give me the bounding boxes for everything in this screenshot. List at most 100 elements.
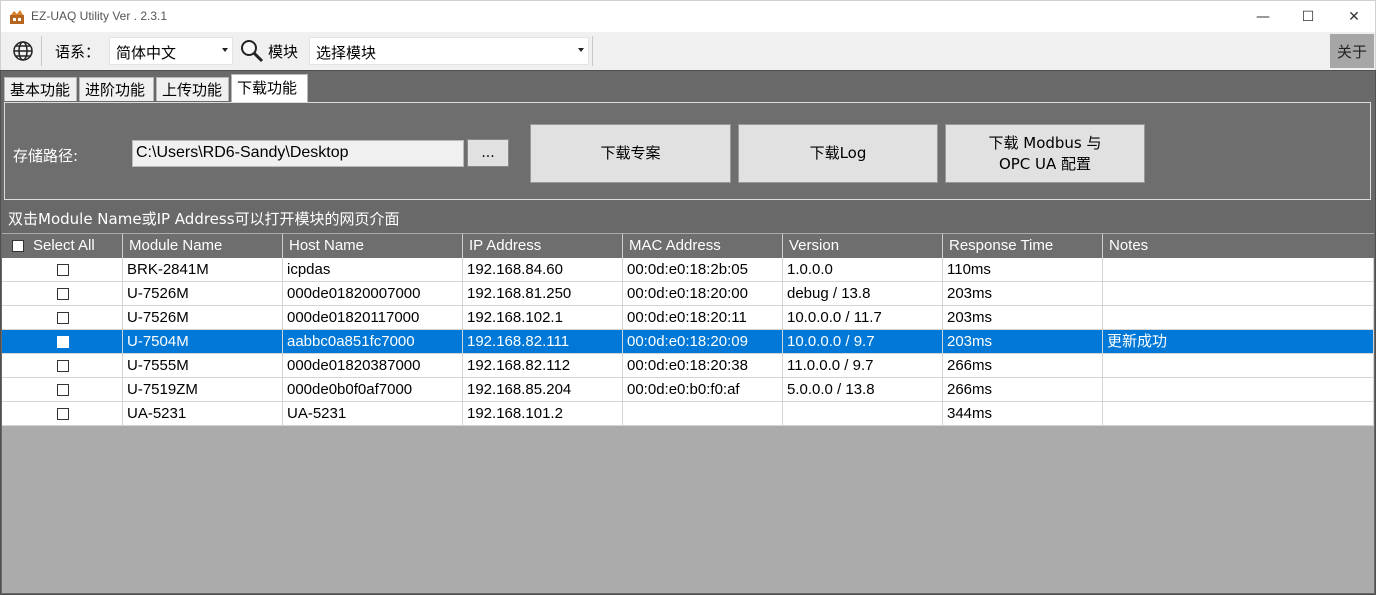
chevron-down-icon bbox=[578, 48, 584, 52]
cell-host-name: 000de01820007000 bbox=[283, 282, 463, 306]
column-version[interactable]: Version bbox=[783, 234, 943, 258]
cell-module-name[interactable]: U-7526M bbox=[123, 282, 283, 306]
download-project-button[interactable]: 下载专案 bbox=[530, 124, 731, 183]
row-checkbox-cell[interactable] bbox=[2, 330, 123, 354]
download-log-button[interactable]: 下载Log bbox=[738, 124, 938, 183]
cell-notes bbox=[1103, 306, 1374, 330]
cell-module-name[interactable]: UA-5231 bbox=[123, 402, 283, 426]
close-button[interactable]: ✕ bbox=[1331, 1, 1376, 33]
about-button[interactable]: 关于 bbox=[1330, 34, 1374, 68]
window-title: EZ-UAQ Utility Ver . 2.3.1 bbox=[31, 9, 168, 23]
column-select-all[interactable]: Select All bbox=[2, 234, 123, 258]
row-checkbox-cell[interactable] bbox=[2, 402, 123, 426]
cell-ip-address[interactable]: 192.168.81.250 bbox=[463, 282, 623, 306]
row-checkbox-cell[interactable] bbox=[2, 378, 123, 402]
row-checkbox-cell[interactable] bbox=[2, 282, 123, 306]
language-select-value: 简体中文 bbox=[116, 44, 177, 62]
column-host-name[interactable]: Host Name bbox=[283, 234, 463, 258]
globe-icon[interactable] bbox=[11, 39, 35, 63]
tab-advanced[interactable]: 进阶功能 bbox=[79, 77, 154, 101]
table-row[interactable]: U-7555M 000de01820387000 192.168.82.112 00:… bbox=[2, 354, 1374, 378]
column-notes[interactable]: Notes bbox=[1103, 234, 1374, 258]
download-modbus-line1: 下载 Modbus 与 bbox=[988, 133, 1102, 152]
cell-version: 1.0.0.0 bbox=[783, 258, 943, 282]
column-ip-address[interactable]: IP Address bbox=[463, 234, 623, 258]
cell-host-name: 000de01820117000 bbox=[283, 306, 463, 330]
row-checkbox[interactable] bbox=[57, 408, 69, 420]
table-row[interactable]: U-7519ZM 000de0b0f0af7000 192.168.85.204 00… bbox=[2, 378, 1374, 402]
cell-mac-address: 00:0d:e0:b0:f0:af bbox=[623, 378, 783, 402]
row-checkbox-cell[interactable] bbox=[2, 306, 123, 330]
cell-response-time: 203ms bbox=[943, 282, 1103, 306]
cell-mac-address bbox=[623, 402, 783, 426]
cell-notes: 更新成功 bbox=[1103, 330, 1374, 354]
cell-response-time: 203ms bbox=[943, 306, 1103, 330]
cell-mac-address: 00:0d:e0:18:20:11 bbox=[623, 306, 783, 330]
cell-notes bbox=[1103, 378, 1374, 402]
cell-module-name[interactable]: U-7519ZM bbox=[123, 378, 283, 402]
column-response-time[interactable]: Response Time bbox=[943, 234, 1103, 258]
cell-version: 10.0.0.0 / 9.7 bbox=[783, 330, 943, 354]
cell-host-name: icpdas bbox=[283, 258, 463, 282]
cell-notes bbox=[1103, 354, 1374, 378]
toolbar-divider bbox=[41, 36, 42, 66]
app-icon bbox=[10, 10, 24, 24]
table-row[interactable]: U-7526M 000de01820007000 192.168.81.250 00:… bbox=[2, 282, 1374, 306]
row-checkbox[interactable] bbox=[57, 264, 69, 276]
cell-host-name: 000de0b0f0af7000 bbox=[283, 378, 463, 402]
select-all-checkbox[interactable] bbox=[12, 240, 24, 252]
hint-text: 双击Module Name或IP Address可以打开模块的网页介面 bbox=[8, 210, 400, 228]
toolbar: 语系： 简体中文 模块 选择模块 关于 bbox=[0, 32, 1376, 70]
table-row[interactable]: U-7526M 000de01820117000 192.168.102.1 00:0… bbox=[2, 306, 1374, 330]
cell-module-name[interactable]: U-7526M bbox=[123, 306, 283, 330]
row-checkbox-cell[interactable] bbox=[2, 354, 123, 378]
title-bar: EZ-UAQ Utility Ver . 2.3.1 — ☐ ✕ bbox=[0, 0, 1376, 32]
table-row[interactable]: U-7504M aabbc0a851fc7000 192.168.82.111 00:… bbox=[2, 330, 1374, 354]
cell-module-name[interactable]: U-7555M bbox=[123, 354, 283, 378]
tab-upload[interactable]: 上传功能 bbox=[156, 77, 229, 101]
cell-notes bbox=[1103, 402, 1374, 426]
cell-host-name: aabbc0a851fc7000 bbox=[283, 330, 463, 354]
cell-ip-address[interactable]: 192.168.82.111 bbox=[463, 330, 623, 354]
cell-notes bbox=[1103, 282, 1374, 306]
row-checkbox-cell[interactable] bbox=[2, 258, 123, 282]
column-mac-address[interactable]: MAC Address bbox=[623, 234, 783, 258]
cell-ip-address[interactable]: 192.168.102.1 bbox=[463, 306, 623, 330]
row-checkbox[interactable] bbox=[57, 336, 69, 348]
download-modbus-opcua-button[interactable]: 下载 Modbus 与 OPC UA 配置 bbox=[945, 124, 1145, 183]
cell-notes bbox=[1103, 258, 1374, 282]
cell-host-name: UA-5231 bbox=[283, 402, 463, 426]
chevron-down-icon bbox=[222, 48, 228, 52]
row-checkbox[interactable] bbox=[57, 360, 69, 372]
row-checkbox[interactable] bbox=[57, 288, 69, 300]
language-select[interactable]: 简体中文 bbox=[109, 37, 233, 65]
cell-response-time: 266ms bbox=[943, 378, 1103, 402]
cell-ip-address[interactable]: 192.168.85.204 bbox=[463, 378, 623, 402]
toolbar-divider bbox=[592, 36, 593, 66]
cell-module-name[interactable]: U-7504M bbox=[123, 330, 283, 354]
cell-response-time: 203ms bbox=[943, 330, 1103, 354]
cell-ip-address[interactable]: 192.168.82.112 bbox=[463, 354, 623, 378]
cell-module-name[interactable]: BRK-2841M bbox=[123, 258, 283, 282]
maximize-button[interactable]: ☐ bbox=[1285, 1, 1331, 33]
magnifier-icon[interactable] bbox=[239, 38, 265, 64]
row-checkbox[interactable] bbox=[57, 384, 69, 396]
module-select[interactable]: 选择模块 bbox=[309, 37, 589, 65]
cell-ip-address[interactable]: 192.168.84.60 bbox=[463, 258, 623, 282]
cell-version: 11.0.0.0 / 9.7 bbox=[783, 354, 943, 378]
minimize-button[interactable]: — bbox=[1240, 1, 1286, 33]
table-row[interactable]: BRK-2841M icpdas 192.168.84.60 00:0d:e0:18:… bbox=[2, 258, 1374, 282]
column-module-name[interactable]: Module Name bbox=[123, 234, 283, 258]
storage-path-input[interactable]: C:\Users\RD6-Sandy\Desktop bbox=[132, 140, 464, 167]
row-checkbox[interactable] bbox=[57, 312, 69, 324]
language-label: 语系： bbox=[55, 43, 101, 61]
cell-version bbox=[783, 402, 943, 426]
tab-download[interactable]: 下载功能 bbox=[231, 74, 308, 102]
cell-version: 5.0.0.0 / 13.8 bbox=[783, 378, 943, 402]
cell-response-time: 344ms bbox=[943, 402, 1103, 426]
browse-button[interactable]: ... bbox=[467, 139, 509, 167]
tab-basic[interactable]: 基本功能 bbox=[4, 77, 77, 101]
module-label: 模块 bbox=[268, 43, 299, 61]
cell-ip-address[interactable]: 192.168.101.2 bbox=[463, 402, 623, 426]
table-row[interactable]: UA-5231 UA-5231 192.168.101.2 344ms bbox=[2, 402, 1374, 426]
